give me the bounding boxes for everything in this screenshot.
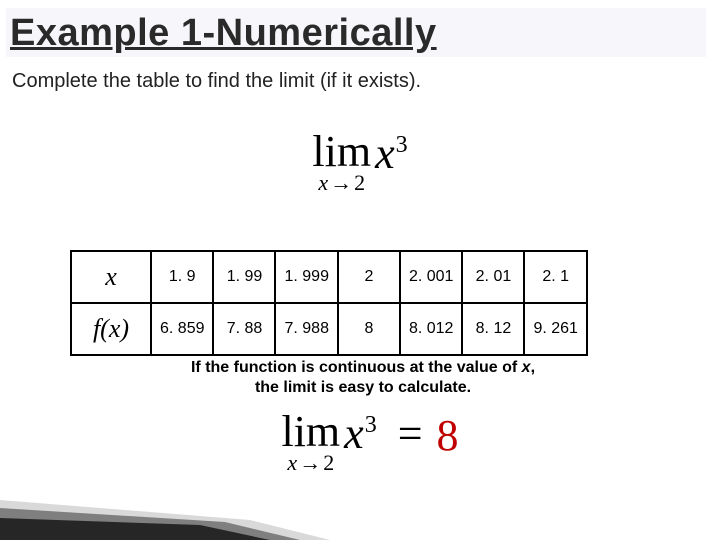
- cell: 1. 99: [213, 251, 275, 303]
- lim-subscript: x→2: [318, 172, 365, 194]
- note-x: x: [522, 359, 531, 376]
- lim-sub-var: x: [318, 170, 328, 195]
- cell: 2: [338, 251, 400, 303]
- note-line2: the limit is easy to calculate.: [255, 379, 471, 396]
- subtitle: Complete the table to find the limit (if…: [12, 70, 421, 93]
- cell: 9. 261: [524, 303, 586, 355]
- values-table: x 1. 9 1. 99 1. 999 2 2. 001 2. 01 2. 1 …: [70, 250, 588, 356]
- row-header-x: x: [71, 251, 151, 303]
- note-text: If the function is continuous at the val…: [191, 359, 522, 376]
- lim-body: x3 =: [344, 412, 432, 456]
- lim-sub-val: 2: [354, 170, 365, 195]
- cell: 6. 859: [151, 303, 213, 355]
- cell: 8. 012: [400, 303, 462, 355]
- corner-accent-icon: [0, 470, 330, 540]
- limit-answer: 8: [437, 410, 459, 461]
- limit-expression-2: lim x→2 x3 = 8: [190, 410, 550, 474]
- lim-sub-val: 2: [323, 450, 334, 475]
- cell: 7. 88: [213, 303, 275, 355]
- cell: 2. 1: [524, 251, 586, 303]
- equals-sign: =: [398, 409, 423, 458]
- arrow-icon: →: [297, 450, 323, 475]
- lim-body: x3: [375, 132, 408, 176]
- lim-word: lim: [281, 410, 340, 454]
- lim-word: lim: [312, 130, 371, 174]
- page-title: Example 1-Numerically: [10, 12, 437, 54]
- continuity-note: If the function is continuous at the val…: [128, 358, 598, 398]
- note-comma: ,: [531, 359, 535, 376]
- lim-sub-var: x: [287, 450, 297, 475]
- lim-exp: 3: [396, 132, 408, 158]
- arrow-icon: →: [328, 170, 354, 195]
- cell: 1. 999: [275, 251, 337, 303]
- lim-var: x: [344, 409, 364, 458]
- table-row: f(x) 6. 859 7. 88 7. 988 8 8. 012 8. 12 …: [71, 303, 587, 355]
- lim-subscript: x→2: [287, 452, 334, 474]
- cell: 8: [338, 303, 400, 355]
- cell: 7. 988: [275, 303, 337, 355]
- title-bar: Example 1-Numerically: [6, 8, 706, 57]
- table-row: x 1. 9 1. 99 1. 999 2 2. 001 2. 01 2. 1: [71, 251, 587, 303]
- lim-exp: 3: [365, 412, 377, 438]
- cell: 2. 001: [400, 251, 462, 303]
- cell: 1. 9: [151, 251, 213, 303]
- cell: 8. 12: [462, 303, 524, 355]
- lim-var: x: [375, 129, 395, 178]
- row-header-fx: f(x): [71, 303, 151, 355]
- slide: { "title": "Example 1-Numerically", "sub…: [0, 0, 720, 540]
- cell: 2. 01: [462, 251, 524, 303]
- limit-expression-1: lim x→2 x3: [210, 130, 510, 194]
